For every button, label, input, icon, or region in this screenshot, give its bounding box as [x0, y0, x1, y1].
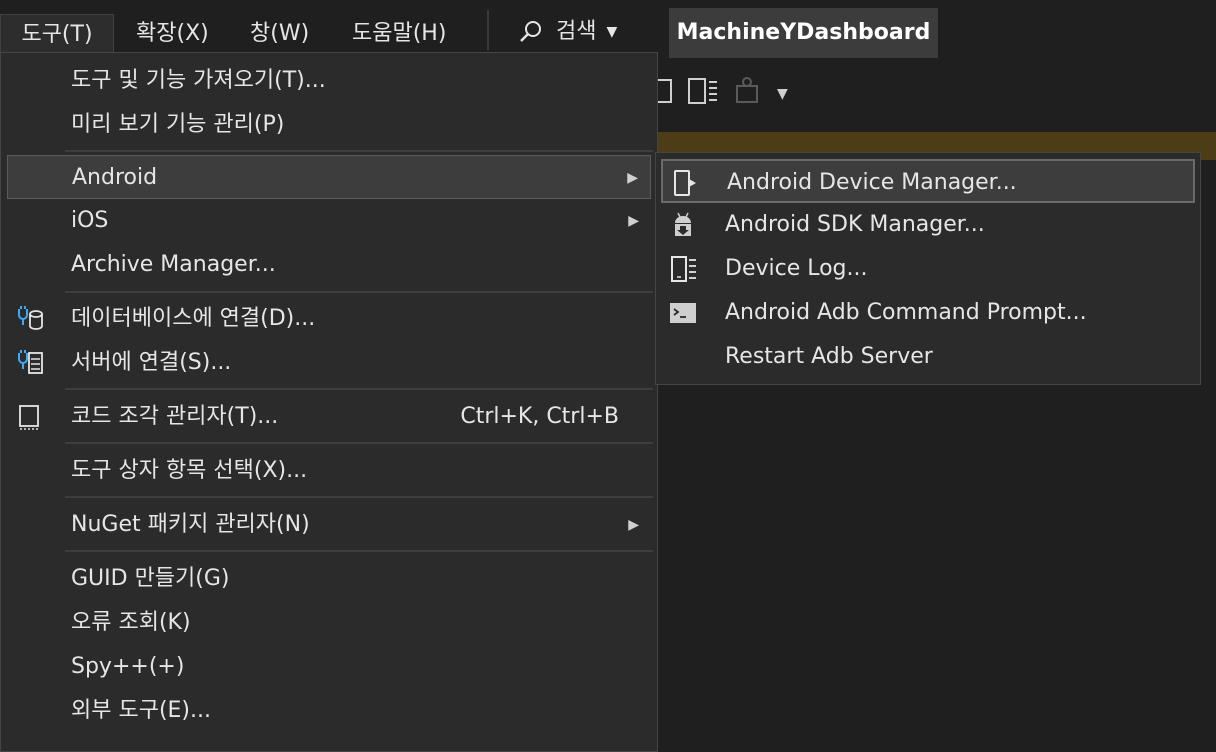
menu-extensions[interactable]: 확장(X)	[136, 14, 209, 54]
menu-item-label: Spy++(+)	[71, 654, 185, 679]
menu-separator	[65, 442, 653, 444]
device-icon	[656, 79, 672, 103]
menu-item-label: 데이터베이스에 연결(D)...	[71, 306, 316, 331]
submenu-arrow-icon: ▶	[628, 213, 639, 229]
menu-item-label: 미리 보기 기능 관리(P)	[71, 112, 285, 137]
submenu-item-label: Restart Adb Server	[725, 344, 933, 369]
menubar-divider	[487, 10, 489, 50]
menu-item-android[interactable]: Android ▶	[7, 155, 651, 199]
android-sdk-icon	[675, 212, 691, 236]
menu-item-label: 오류 조회(K)	[71, 610, 191, 635]
menu-item-label: Archive Manager...	[71, 252, 276, 277]
submenu-item-device-manager[interactable]: Android Device Manager...	[661, 159, 1195, 203]
submenu-item-restart-adb[interactable]: Restart Adb Server	[661, 335, 1195, 379]
menu-item-label: NuGet 패키지 관리자(N)	[71, 512, 310, 537]
menu-item-connect-database[interactable]: 데이터베이스에 연결(D)...	[7, 297, 651, 341]
menu-item-label: 코드 조각 관리자(T)...	[71, 404, 279, 429]
menu-separator	[65, 291, 653, 293]
snippet-icon	[19, 405, 39, 430]
menu-item-label: 서버에 연결(S)...	[71, 350, 232, 375]
menu-item-external-tools[interactable]: 외부 도구(E)...	[7, 689, 651, 733]
menu-help[interactable]: 도움말(H)	[352, 14, 446, 54]
device-log-icon	[671, 256, 696, 282]
search-icon	[520, 21, 541, 42]
android-submenu: Android Device Manager... Android SDK Ma…	[655, 152, 1201, 385]
project-title: MachineYDashboard	[669, 8, 938, 58]
menu-item-preview-features[interactable]: 미리 보기 기능 관리(P)	[7, 103, 651, 147]
menu-item-label: iOS	[71, 208, 109, 233]
menu-item-error-lookup[interactable]: 오류 조회(K)	[7, 601, 651, 645]
menu-item-shortcut: Ctrl+K, Ctrl+B	[460, 404, 619, 429]
search-button[interactable]: 검색 ▼	[518, 14, 617, 50]
toolbar-overflow-icon[interactable]: ▼	[777, 86, 788, 102]
menu-item-label: 도구 및 기능 가져오기(T)...	[71, 68, 326, 93]
database-connect-icon	[18, 306, 43, 330]
menu-item-code-snippets[interactable]: 코드 조각 관리자(T)... Ctrl+K, Ctrl+B	[7, 395, 651, 439]
menu-tools[interactable]: 도구(T)	[0, 14, 114, 54]
submenu-item-label: Android SDK Manager...	[725, 212, 985, 237]
menu-item-label: GUID 만들기(G)	[71, 566, 230, 591]
menu-separator	[65, 550, 653, 552]
menu-separator	[65, 388, 653, 390]
submenu-arrow-icon: ▶	[628, 517, 639, 533]
submenu-item-adb-prompt[interactable]: Android Adb Command Prompt...	[661, 291, 1195, 335]
menu-item-choose-toolbox-items[interactable]: 도구 상자 항목 선택(X)...	[7, 449, 651, 493]
submenu-item-device-log[interactable]: Device Log...	[661, 247, 1195, 291]
submenu-item-label: Android Adb Command Prompt...	[725, 300, 1087, 325]
submenu-item-label: Android Device Manager...	[727, 170, 1017, 195]
submenu-item-label: Device Log...	[725, 256, 868, 281]
menu-item-connect-server[interactable]: 서버에 연결(S)...	[7, 341, 651, 385]
menu-separator	[65, 496, 653, 498]
menu-item-label: Android	[72, 165, 158, 190]
submenu-arrow-icon: ▶	[627, 170, 638, 186]
menu-item-spy[interactable]: Spy++(+)	[7, 645, 651, 689]
android-toolbar-icon	[736, 77, 758, 103]
menu-window[interactable]: 창(W)	[250, 14, 309, 54]
submenu-item-sdk-manager[interactable]: Android SDK Manager...	[661, 203, 1195, 247]
menu-item-create-guid[interactable]: GUID 만들기(G)	[7, 557, 651, 601]
device-log-toolbar-icon	[688, 78, 717, 104]
server-connect-icon	[18, 350, 43, 374]
terminal-icon	[670, 303, 696, 323]
tools-menu: 도구 및 기능 가져오기(T)... 미리 보기 기능 관리(P) Androi…	[0, 52, 658, 752]
menu-item-label: 외부 도구(E)...	[71, 698, 211, 723]
menu-item-archive-manager[interactable]: Archive Manager...	[7, 243, 651, 287]
menu-item-ios[interactable]: iOS ▶	[7, 199, 651, 243]
menu-item-label: 도구 상자 항목 선택(X)...	[71, 458, 308, 483]
menu-item-get-tools[interactable]: 도구 및 기능 가져오기(T)...	[7, 59, 651, 103]
chevron-down-icon: ▼	[606, 24, 618, 40]
menu-separator	[65, 150, 653, 152]
search-label: 검색	[556, 19, 597, 44]
device-manager-icon	[674, 170, 696, 196]
menu-item-nuget[interactable]: NuGet 패키지 관리자(N) ▶	[7, 503, 651, 547]
